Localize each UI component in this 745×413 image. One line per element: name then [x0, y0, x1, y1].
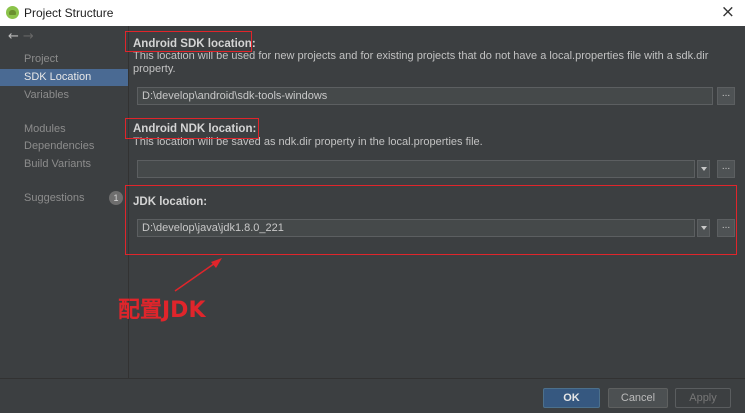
apply-button[interactable]: Apply	[675, 388, 731, 408]
cancel-button[interactable]: Cancel	[608, 388, 668, 408]
ok-button[interactable]: OK	[543, 388, 600, 408]
project-structure-dialog: Project Structure × ← → Project SDK Locat…	[0, 0, 745, 413]
configure-jdk-annotation: 配置JDK	[118, 298, 206, 323]
dialog-footer: OK Cancel Apply	[0, 378, 745, 413]
annotation-arrow-icon	[174, 258, 222, 292]
